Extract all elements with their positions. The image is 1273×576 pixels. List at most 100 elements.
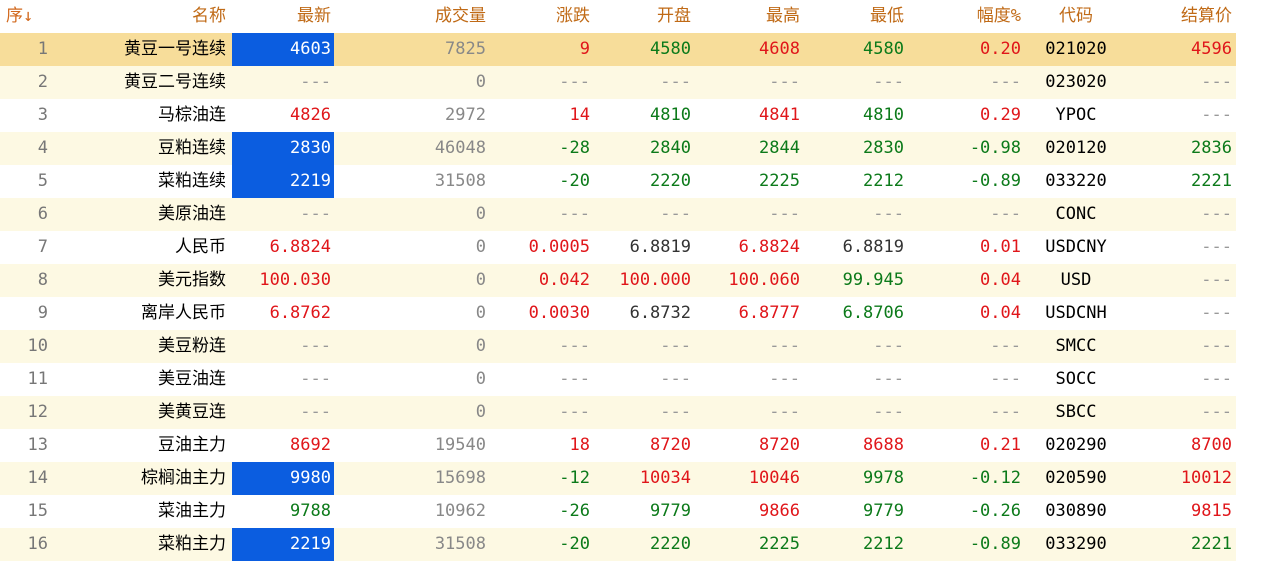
row-last: 2219 xyxy=(232,528,334,561)
column-header-open[interactable]: 开盘 xyxy=(594,0,691,33)
row-volume: 31508 xyxy=(434,171,486,191)
row-last: 8692 xyxy=(290,435,331,455)
row-last: 6.8762 xyxy=(269,303,331,323)
column-header-seq[interactable]: 序↓ xyxy=(0,0,50,33)
row-change: 0.042 xyxy=(538,270,590,290)
column-header-settle[interactable]: 结算价 xyxy=(1130,0,1232,33)
row-pct: 0.21 xyxy=(980,435,1021,455)
row-low: 4580 xyxy=(863,39,904,59)
row-open: 4580 xyxy=(650,39,691,59)
row-name: 菜粕主力 xyxy=(158,534,226,554)
row-volume: 31508 xyxy=(434,534,486,554)
row-open: --- xyxy=(660,204,691,224)
row-open: 100.000 xyxy=(619,270,691,290)
row-low: 9779 xyxy=(863,501,904,521)
row-pct: -0.89 xyxy=(969,171,1021,191)
row-settle: --- xyxy=(1201,336,1232,356)
row-low: 4810 xyxy=(863,105,904,125)
row-pct: --- xyxy=(990,369,1021,389)
table-row[interactable]: 2 黄豆二号连续 --- 0 --- --- --- --- --- 023020 --- xyxy=(0,66,1236,99)
row-volume: 10962 xyxy=(434,501,486,521)
row-low: --- xyxy=(873,204,904,224)
row-last: --- xyxy=(300,204,331,224)
table-row[interactable]: 4 豆粕连续 2830 46048 -28 2840 2844 2830 -0.98 020120… xyxy=(0,132,1236,165)
row-seq: 10 xyxy=(27,336,48,356)
row-open: 10034 xyxy=(639,468,691,488)
row-pct: --- xyxy=(990,336,1021,356)
table-row[interactable]: 9 离岸人民币 6.8762 0 0.0030 6.8732 6.8777 6.8706 0.0… xyxy=(0,297,1236,330)
column-header-pct[interactable]: 幅度% xyxy=(908,0,1021,33)
row-high: 2225 xyxy=(759,534,800,554)
row-change: 0.0030 xyxy=(528,303,590,323)
row-change: --- xyxy=(559,204,590,224)
row-last: --- xyxy=(300,336,331,356)
table-row[interactable]: 8 美元指数 100.030 0 0.042 100.000 100.060 99.945 0.… xyxy=(0,264,1236,297)
row-open: 2840 xyxy=(650,138,691,158)
table-row[interactable]: 16 菜粕主力 2219 31508 -20 2220 2225 2212 -0.89 03329… xyxy=(0,528,1236,561)
row-code: SMCC xyxy=(1055,336,1097,356)
row-low: --- xyxy=(873,336,904,356)
table-row[interactable]: 14 棕榈油主力 9980 15698 -12 10034 10046 9978 -0.12 02… xyxy=(0,462,1236,495)
column-header-high[interactable]: 最高 xyxy=(694,0,800,33)
table-row[interactable]: 1 黄豆一号连续 4603 7825 9 4580 4608 4580 0.20 021020 45… xyxy=(0,33,1236,66)
table-row[interactable]: 15 菜油主力 9788 10962 -26 9779 9866 9779 -0.26 03089… xyxy=(0,495,1236,528)
row-code: 020120 xyxy=(1045,138,1107,158)
row-high: 8720 xyxy=(759,435,800,455)
row-high: 10046 xyxy=(748,468,800,488)
table-header: 序↓ 名称 最新 成交量 涨跌 开盘 最高 最低 幅度% 代码 结算价 xyxy=(0,0,1236,33)
row-high: --- xyxy=(769,402,800,422)
row-code: 023020 xyxy=(1045,72,1107,92)
row-settle: --- xyxy=(1201,204,1232,224)
row-pct: 0.29 xyxy=(980,105,1021,125)
column-header-code[interactable]: 代码 xyxy=(1026,0,1126,33)
row-name: 豆粕连续 xyxy=(158,138,226,158)
row-open: 6.8819 xyxy=(629,237,691,257)
row-change: 9 xyxy=(579,39,590,59)
row-code: 021020 xyxy=(1045,39,1107,59)
row-change: 0.0005 xyxy=(528,237,590,257)
row-name: 美豆粉连 xyxy=(158,336,226,356)
column-header-change[interactable]: 涨跌 xyxy=(490,0,590,33)
row-name: 美元指数 xyxy=(158,270,226,290)
row-seq: 2 xyxy=(37,72,48,92)
row-change: -12 xyxy=(559,468,590,488)
row-settle: 9815 xyxy=(1191,501,1232,521)
column-header-low[interactable]: 最低 xyxy=(804,0,904,33)
row-volume: 2972 xyxy=(445,105,486,125)
row-high: --- xyxy=(769,204,800,224)
row-name: 豆油主力 xyxy=(158,435,226,455)
row-open: --- xyxy=(660,402,691,422)
row-pct: 0.04 xyxy=(980,303,1021,323)
row-low: 99.945 xyxy=(842,270,904,290)
row-change: -26 xyxy=(559,501,590,521)
row-high: --- xyxy=(769,72,800,92)
table-row[interactable]: 11 美豆油连 --- 0 --- --- --- --- --- SOCC --- xyxy=(0,363,1236,396)
row-pct: --- xyxy=(990,204,1021,224)
column-header-name[interactable]: 名称 xyxy=(60,0,226,33)
row-seq: 5 xyxy=(37,171,48,191)
row-volume: 0 xyxy=(475,237,486,257)
table-row[interactable]: 7 人民币 6.8824 0 0.0005 6.8819 6.8824 6.8819 0.01 U… xyxy=(0,231,1236,264)
row-settle: --- xyxy=(1201,237,1232,257)
row-code: SBCC xyxy=(1055,402,1097,422)
row-code: 030890 xyxy=(1045,501,1107,521)
row-settle: --- xyxy=(1201,303,1232,323)
table-row[interactable]: 5 菜粕连续 2219 31508 -20 2220 2225 2212 -0.89 033220… xyxy=(0,165,1236,198)
row-name: 菜油主力 xyxy=(158,501,226,521)
row-name: 菜粕连续 xyxy=(158,171,226,191)
table-row[interactable]: 12 美黄豆连 --- 0 --- --- --- --- --- SBCC --- xyxy=(0,396,1236,429)
row-settle: 2221 xyxy=(1191,534,1232,554)
row-volume: 46048 xyxy=(434,138,486,158)
column-header-last[interactable]: 最新 xyxy=(232,0,334,33)
column-header-volume[interactable]: 成交量 xyxy=(336,0,486,33)
row-last: 9788 xyxy=(290,501,331,521)
row-settle: 8700 xyxy=(1191,435,1232,455)
table-row[interactable]: 13 豆油主力 8692 19540 18 8720 8720 8688 0.21 020290 8… xyxy=(0,429,1236,462)
table-row[interactable]: 6 美原油连 --- 0 --- --- --- --- --- CONC --- xyxy=(0,198,1236,231)
row-code: USDCNH xyxy=(1045,303,1107,323)
table-row[interactable]: 3 马棕油连 4826 2972 14 4810 4841 4810 0.29 YPOC --- xyxy=(0,99,1236,132)
table-row[interactable]: 10 美豆粉连 --- 0 --- --- --- --- --- SMCC --- xyxy=(0,330,1236,363)
row-seq: 8 xyxy=(37,270,48,290)
row-pct: -0.89 xyxy=(969,534,1021,554)
row-seq: 3 xyxy=(37,105,48,125)
